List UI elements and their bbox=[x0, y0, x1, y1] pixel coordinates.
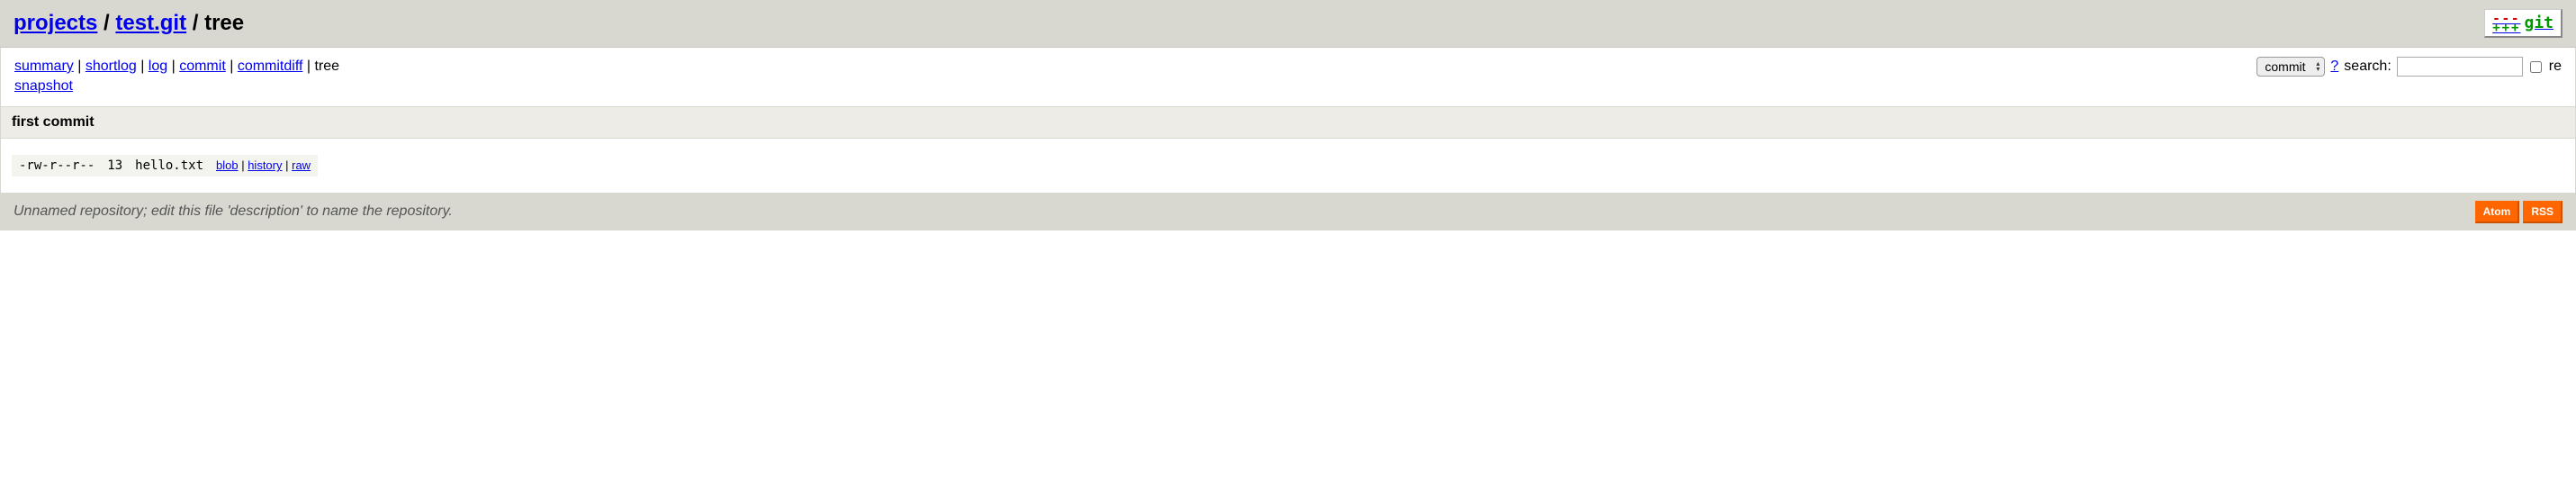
regex-checkbox[interactable] bbox=[2530, 61, 2542, 73]
nav-commit[interactable]: commit bbox=[179, 59, 226, 74]
rss-feed-button[interactable]: RSS bbox=[2523, 201, 2562, 223]
raw-link[interactable]: raw bbox=[292, 158, 311, 172]
nav-shortlog[interactable]: shortlog bbox=[86, 59, 137, 74]
nav-log[interactable]: log bbox=[149, 59, 167, 74]
feed-buttons: Atom RSS bbox=[2475, 201, 2562, 223]
search-label: search: bbox=[2344, 59, 2391, 75]
nav-snapshot[interactable]: snapshot bbox=[14, 78, 73, 94]
tree-row: -rw-r--r-- 13 hello.txt blob | history |… bbox=[12, 155, 318, 176]
git-logo[interactable]: --- +++ git bbox=[2484, 9, 2562, 38]
git-logo-text: git bbox=[2524, 14, 2553, 32]
nav-tree-current: tree bbox=[314, 59, 339, 74]
projects-link[interactable]: projects bbox=[14, 11, 97, 35]
nav-commitdiff[interactable]: commitdiff bbox=[238, 59, 303, 74]
git-diff-icon: --- +++ bbox=[2492, 14, 2520, 32]
repo-description: Unnamed repository; edit this file 'desc… bbox=[14, 203, 453, 220]
page-title: tree bbox=[204, 11, 244, 35]
breadcrumb-sep: / bbox=[97, 11, 115, 35]
commit-title: first commit bbox=[0, 107, 2576, 139]
page-footer: Unnamed repository; edit this file 'desc… bbox=[0, 194, 2576, 230]
history-link[interactable]: history bbox=[248, 158, 282, 172]
file-size: 13 bbox=[107, 158, 122, 173]
search-area: commit ▴▾ ? search: re bbox=[2256, 57, 2562, 77]
nav-bar: summary | shortlog | log | commit | comm… bbox=[0, 48, 2576, 107]
search-type-select[interactable]: commit bbox=[2256, 57, 2325, 77]
breadcrumb-sep: / bbox=[186, 11, 204, 35]
blob-link[interactable]: blob bbox=[216, 158, 239, 172]
search-input[interactable] bbox=[2397, 57, 2523, 77]
file-mode: -rw-r--r-- bbox=[19, 158, 95, 173]
search-help-link[interactable]: ? bbox=[2330, 59, 2338, 75]
repo-link[interactable]: test.git bbox=[115, 11, 186, 35]
file-name: hello.txt bbox=[135, 158, 203, 173]
page-header: projects / test.git / tree --- +++ git bbox=[0, 0, 2576, 48]
nav-links: summary | shortlog | log | commit | comm… bbox=[14, 57, 339, 97]
breadcrumb: projects / test.git / tree bbox=[14, 11, 244, 36]
file-actions: blob | history | raw bbox=[216, 158, 311, 172]
tree-listing: -rw-r--r-- 13 hello.txt blob | history |… bbox=[0, 139, 2576, 194]
regex-label: re bbox=[2549, 59, 2562, 75]
atom-feed-button[interactable]: Atom bbox=[2475, 201, 2520, 223]
nav-summary[interactable]: summary bbox=[14, 59, 74, 74]
